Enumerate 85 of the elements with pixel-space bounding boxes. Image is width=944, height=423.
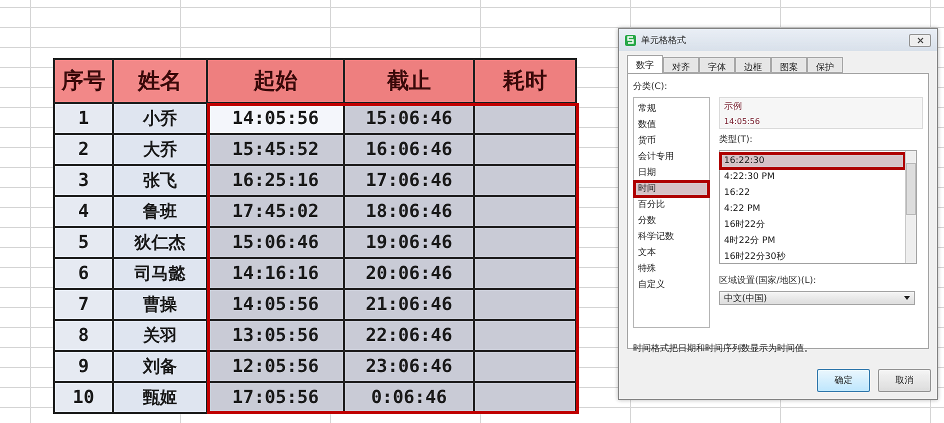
type-item[interactable]: 4时22分 PM xyxy=(720,233,905,249)
table-cell: 小乔 xyxy=(114,104,206,133)
table-cell: 1 xyxy=(55,104,112,133)
category-item[interactable]: 时间 xyxy=(634,181,709,197)
locale-label: 区域设置(国家/地区)(L): xyxy=(719,274,818,287)
ok-button[interactable]: 确定 xyxy=(817,369,870,392)
column-header: 序号 xyxy=(55,60,112,102)
table-cell: 12:05:56 xyxy=(208,352,343,381)
tab[interactable]: 对齐 xyxy=(663,57,699,73)
table-cell: 0:06:46 xyxy=(345,383,473,412)
table-cell: 张飞 xyxy=(114,166,206,195)
category-item[interactable]: 特殊 xyxy=(634,261,709,277)
table-cell: 10 xyxy=(55,383,112,412)
app-icon xyxy=(625,34,636,46)
table-cell: 6 xyxy=(55,259,112,288)
table-cell: 18:06:46 xyxy=(345,197,473,226)
table-cell: 2 xyxy=(55,135,112,164)
category-item[interactable]: 常规 xyxy=(634,101,709,117)
category-item[interactable]: 数值 xyxy=(634,117,709,133)
dropdown-icon xyxy=(904,296,910,300)
table-cell: 甄姬 xyxy=(114,383,206,412)
sample-label: 示例 xyxy=(724,101,743,113)
table-cell: 16:06:46 xyxy=(345,135,473,164)
category-item[interactable]: 自定义 xyxy=(634,277,709,293)
table-cell: 17:06:46 xyxy=(345,166,473,195)
scrollbar[interactable] xyxy=(905,151,916,263)
table-cell: 15:06:46 xyxy=(345,104,473,133)
category-item[interactable]: 日期 xyxy=(634,165,709,181)
table-cell: 17:05:56 xyxy=(208,383,343,412)
locale-select[interactable]: 中文(中国) xyxy=(719,291,915,305)
column-header: 截止 xyxy=(345,60,473,102)
window-title: 单元格格式 xyxy=(641,34,687,46)
category-item[interactable]: 百分比 xyxy=(634,197,709,213)
table-cell: 15:06:46 xyxy=(208,228,343,257)
description-text: 时间格式把日期和时间序列数显示为时间值。 xyxy=(633,342,814,355)
table-cell: 21:06:46 xyxy=(345,290,473,319)
table-cell: 4 xyxy=(55,197,112,226)
table-cell: 3 xyxy=(55,166,112,195)
category-item[interactable]: 货币 xyxy=(634,133,709,149)
category-item[interactable]: 文本 xyxy=(634,245,709,261)
table-cell: 14:05:56 xyxy=(208,290,343,319)
table-cell: 20:06:46 xyxy=(345,259,473,288)
tab[interactable]: 字体 xyxy=(699,57,735,73)
table-cell: 关羽 xyxy=(114,321,206,350)
category-label: 分类(C): xyxy=(633,80,668,93)
type-item[interactable]: 4:22:30 PM xyxy=(720,169,905,185)
category-item[interactable]: 会计专用 xyxy=(634,149,709,165)
column-header: 姓名 xyxy=(114,60,206,102)
column-header: 耗时 xyxy=(475,60,575,102)
table-cell: 13:05:56 xyxy=(208,321,343,350)
type-item[interactable]: 16时22分30秒 xyxy=(720,249,905,265)
table-cell: 19:06:46 xyxy=(345,228,473,257)
type-item[interactable]: 4:22 PM xyxy=(720,201,905,217)
close-icon xyxy=(916,36,924,44)
table-cell: 狄仁杰 xyxy=(114,228,206,257)
table-cell: 22:06:46 xyxy=(345,321,473,350)
table-cell: 5 xyxy=(55,228,112,257)
column-header: 起始 xyxy=(208,60,343,102)
sample-value: 14:05:56 xyxy=(724,117,761,126)
table-cell: 司马懿 xyxy=(114,259,206,288)
type-item[interactable]: 16:22:30 xyxy=(720,153,905,169)
table-cell: 大乔 xyxy=(114,135,206,164)
table-cell: 鲁班 xyxy=(114,197,206,226)
table-cell: 14:05:56 xyxy=(208,104,343,133)
cancel-button[interactable]: 取消 xyxy=(878,369,931,392)
tab[interactable]: 保护 xyxy=(807,57,843,73)
tab[interactable]: 边框 xyxy=(735,57,771,73)
table-cell: 8 xyxy=(55,321,112,350)
type-item[interactable]: 16:22 xyxy=(720,185,905,201)
table-cell: 17:45:02 xyxy=(208,197,343,226)
table-cell: 15:45:52 xyxy=(208,135,343,164)
table-cell: 7 xyxy=(55,290,112,319)
table-cell: 刘备 xyxy=(114,352,206,381)
tab[interactable]: 图案 xyxy=(771,57,807,73)
type-label: 类型(T): xyxy=(719,134,754,146)
table-cell: 16:25:16 xyxy=(208,166,343,195)
category-item[interactable]: 分数 xyxy=(634,213,709,229)
tab[interactable]: 数字 xyxy=(627,55,663,73)
table-cell: 曹操 xyxy=(114,290,206,319)
type-item[interactable]: 16时22分 xyxy=(720,217,905,233)
category-item[interactable]: 科学记数 xyxy=(634,229,709,245)
table-cell: 23:06:46 xyxy=(345,352,473,381)
table-cell: 14:16:16 xyxy=(208,259,343,288)
close-button[interactable] xyxy=(909,34,931,46)
table-cell: 9 xyxy=(55,352,112,381)
